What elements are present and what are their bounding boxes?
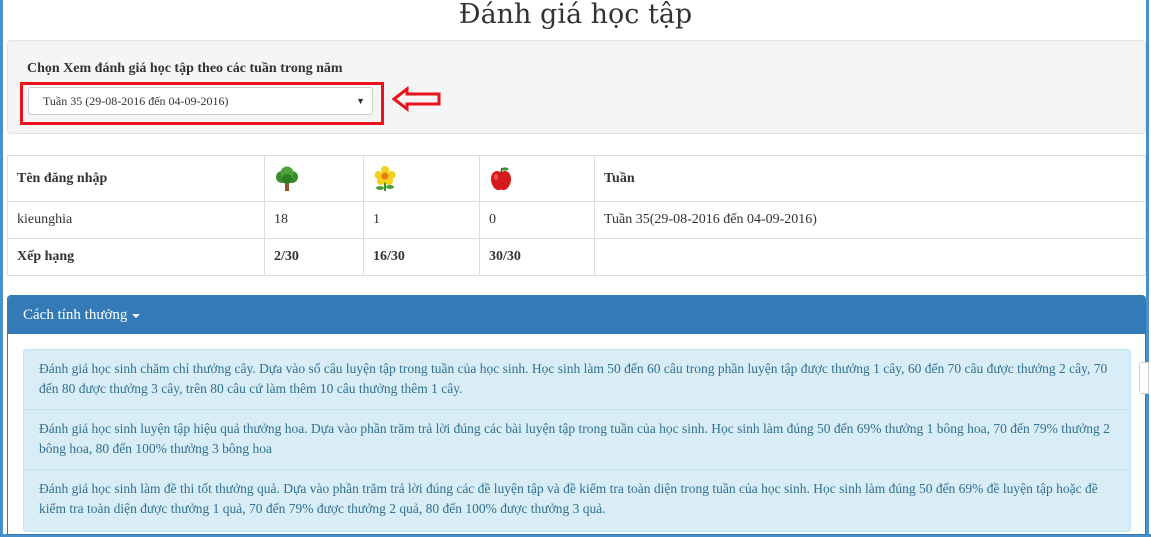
header-apple bbox=[479, 155, 595, 202]
week-filter-label: Chọn Xem đánh giá học tập theo các tuần … bbox=[27, 61, 343, 76]
caret-down-icon bbox=[132, 313, 141, 318]
list-item: Đánh giá học sinh chăm chỉ thưởng cây. D… bbox=[24, 350, 1130, 410]
cell-fruits: 0 bbox=[479, 201, 595, 239]
cell-rank-flowers: 16/30 bbox=[363, 238, 480, 276]
cell-trees: 18 bbox=[264, 201, 364, 239]
cell-week: Tuần 35(29-08-2016 đến 04-09-2016) bbox=[594, 201, 1146, 239]
table-header-row: Tên đăng nhập Tuần bbox=[7, 155, 1146, 202]
header-flower bbox=[363, 155, 480, 202]
reward-rules-toggle[interactable]: Cách tính thưởng bbox=[8, 296, 1145, 334]
reward-rules-title: Cách tính thưởng bbox=[23, 307, 128, 323]
table-row: kieunghia 18 1 0 Tuần 35(29-08-2016 đến … bbox=[7, 201, 1146, 239]
header-tree bbox=[264, 155, 364, 202]
table-row-rank: Xếp hạng 2/30 16/30 30/30 bbox=[7, 238, 1146, 276]
list-item: Đánh giá học sinh làm đề thi tốt thưởng … bbox=[39, 481, 1098, 516]
week-select-value: Tuần 35 (29-08-2016 đến 04-09-2016) bbox=[43, 94, 229, 108]
apple-icon bbox=[491, 166, 511, 190]
reward-rules-list: Đánh giá học sinh chăm chỉ thưởng cây. D… bbox=[23, 349, 1131, 532]
side-scroll-tab[interactable] bbox=[1139, 362, 1149, 394]
cell-rank-trees: 2/30 bbox=[264, 238, 364, 276]
window-frame-left bbox=[0, 0, 3, 537]
flower-icon bbox=[374, 165, 396, 191]
annotation-arrow-icon bbox=[391, 86, 441, 112]
reward-rules-panel: Cách tính thưởng Đánh giá học sinh chăm … bbox=[7, 295, 1146, 535]
page-title: Đánh giá học tập bbox=[458, 0, 693, 30]
tree-icon bbox=[276, 166, 298, 191]
week-select[interactable]: Tuần 35 (29-08-2016 đến 04-09-2016) ▼ bbox=[28, 87, 373, 115]
header-week: Tuần bbox=[594, 155, 1146, 202]
dropdown-caret-icon: ▼ bbox=[356, 96, 365, 106]
week-filter-panel: Chọn Xem đánh giá học tập theo các tuần … bbox=[7, 40, 1146, 134]
cell-username: kieunghia bbox=[7, 201, 265, 239]
window-frame-right bbox=[1146, 0, 1149, 537]
cell-rank-fruits: 30/30 bbox=[479, 238, 595, 276]
cell-rank-empty bbox=[594, 238, 1146, 276]
cell-rank-label: Xếp hạng bbox=[7, 238, 265, 276]
header-username: Tên đăng nhập bbox=[7, 155, 265, 202]
stats-table: Tên đăng nhập Tuần kieunghia 18 1 0 Tuần… bbox=[7, 155, 1146, 276]
list-item: Đánh giá học sinh luyện tập hiệu quả thư… bbox=[24, 410, 1130, 470]
cell-flowers: 1 bbox=[363, 201, 480, 239]
